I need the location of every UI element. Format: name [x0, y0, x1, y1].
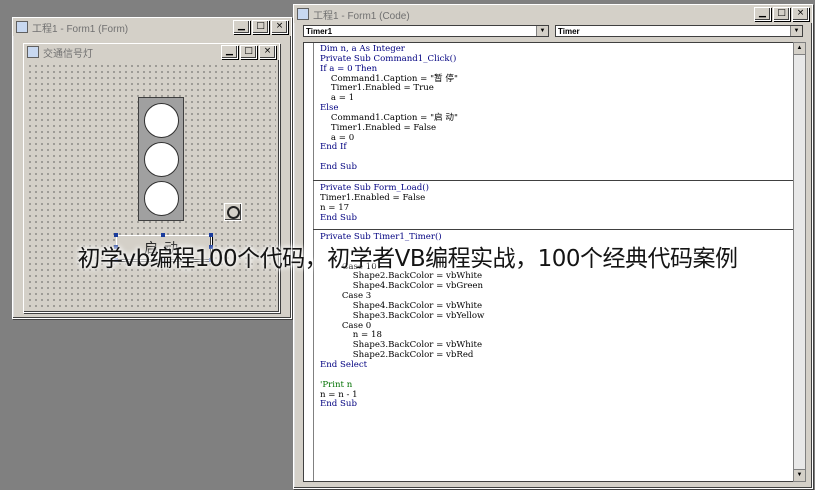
form-designer-title: 工程1 - Form1 (Form) — [32, 23, 129, 35]
yellow-lamp-shape[interactable] — [144, 142, 179, 177]
code-close-button[interactable]: × — [792, 7, 809, 21]
code-line[interactable]: n = 17 — [320, 203, 794, 214]
code-line[interactable]: Private Sub Command1_Click() — [320, 54, 794, 65]
green-lamp-shape[interactable] — [144, 181, 179, 216]
close-button[interactable]: × — [271, 20, 288, 34]
red-lamp-shape[interactable] — [144, 103, 179, 138]
scroll-up-icon[interactable]: ▲ — [794, 43, 805, 55]
code-window-titlebar[interactable]: 工程1 - Form1 (Code) ▁ □ × — [294, 5, 812, 23]
code-line[interactable]: Timer1.Enabled = False — [320, 193, 794, 204]
form1-caption: 交通信号灯 — [43, 48, 93, 60]
procedure-combo[interactable]: Timer ▼ — [555, 25, 803, 37]
code-line[interactable]: Shape4.BackColor = vbGreen — [320, 281, 794, 292]
form1-titlebar[interactable]: 交通信号灯 ▁ □ × — [24, 44, 279, 60]
procedure-combo-value: Timer — [558, 27, 580, 36]
stopwatch-icon — [226, 205, 240, 219]
traffic-light-frame-shape[interactable] — [138, 97, 184, 221]
timer-control-icon[interactable] — [224, 203, 242, 221]
code-line[interactable]: End Sub — [320, 162, 794, 173]
code-line[interactable]: a = 0 — [320, 133, 794, 144]
procedure-block: Private Sub Form_Load() Timer1.Enabled = … — [320, 183, 794, 224]
procedure-block: Dim n, a As Integer Private Sub Command1_… — [320, 44, 794, 173]
selection-handle[interactable] — [209, 233, 213, 237]
code-minimize-button[interactable]: ▁ — [754, 7, 771, 21]
code-line[interactable]: Shape3.BackColor = vbYellow — [320, 311, 794, 322]
chevron-down-icon[interactable]: ▼ — [790, 26, 802, 36]
minimize-button[interactable]: ▁ — [233, 20, 250, 34]
code-window-title: 工程1 - Form1 (Code) — [313, 10, 410, 22]
code-line[interactable] — [320, 153, 794, 163]
code-line[interactable]: End Sub — [320, 213, 794, 224]
form1-maximize-button[interactable]: □ — [240, 45, 257, 59]
code-line[interactable]: Shape2.BackColor = vbRed — [320, 350, 794, 361]
procedure-separator — [313, 180, 794, 181]
watermark-caption: 初学vb编程100个代码，初学者VB编程实战，100个经典代码案例 — [77, 246, 738, 272]
form-designer-titlebar[interactable]: 工程1 - Form1 (Form) ▁ □ × — [13, 18, 291, 36]
chevron-down-icon[interactable]: ▼ — [536, 26, 548, 36]
form1-icon — [27, 46, 39, 58]
scroll-down-icon[interactable]: ▼ — [794, 469, 805, 481]
code-line[interactable]: Timer1.Enabled = False — [320, 123, 794, 134]
form1-minimize-button[interactable]: ▁ — [221, 45, 238, 59]
code-line[interactable]: Timer1.Enabled = True — [320, 84, 794, 94]
selection-handle[interactable] — [161, 233, 165, 237]
code-line[interactable] — [320, 371, 794, 381]
object-combo[interactable]: Timer1 ▼ — [303, 25, 549, 37]
code-line[interactable]: n = n - 1 — [320, 390, 794, 401]
object-combo-value: Timer1 — [306, 27, 333, 36]
code-window-icon — [297, 8, 309, 20]
code-line[interactable]: End Select — [320, 360, 794, 371]
code-maximize-button[interactable]: □ — [773, 7, 790, 21]
procedure-separator — [313, 229, 794, 230]
code-line[interactable]: a = 1 — [320, 93, 794, 104]
form1-close-button[interactable]: × — [259, 45, 276, 59]
code-line[interactable]: Case 0 — [320, 321, 794, 332]
code-line[interactable]: End Sub — [320, 399, 794, 410]
form-designer-window[interactable]: 工程1 - Form1 (Form) ▁ □ × 交通信号灯 ▁ □ × 启动 — [12, 17, 292, 319]
selection-handle[interactable] — [114, 233, 118, 237]
vb-form-icon — [16, 21, 28, 33]
code-combo-row: Timer1 ▼ Timer ▼ — [303, 25, 806, 39]
maximize-button[interactable]: □ — [252, 20, 269, 34]
code-line[interactable]: End If — [320, 143, 794, 153]
code-line[interactable]: 'Print n — [320, 380, 794, 391]
